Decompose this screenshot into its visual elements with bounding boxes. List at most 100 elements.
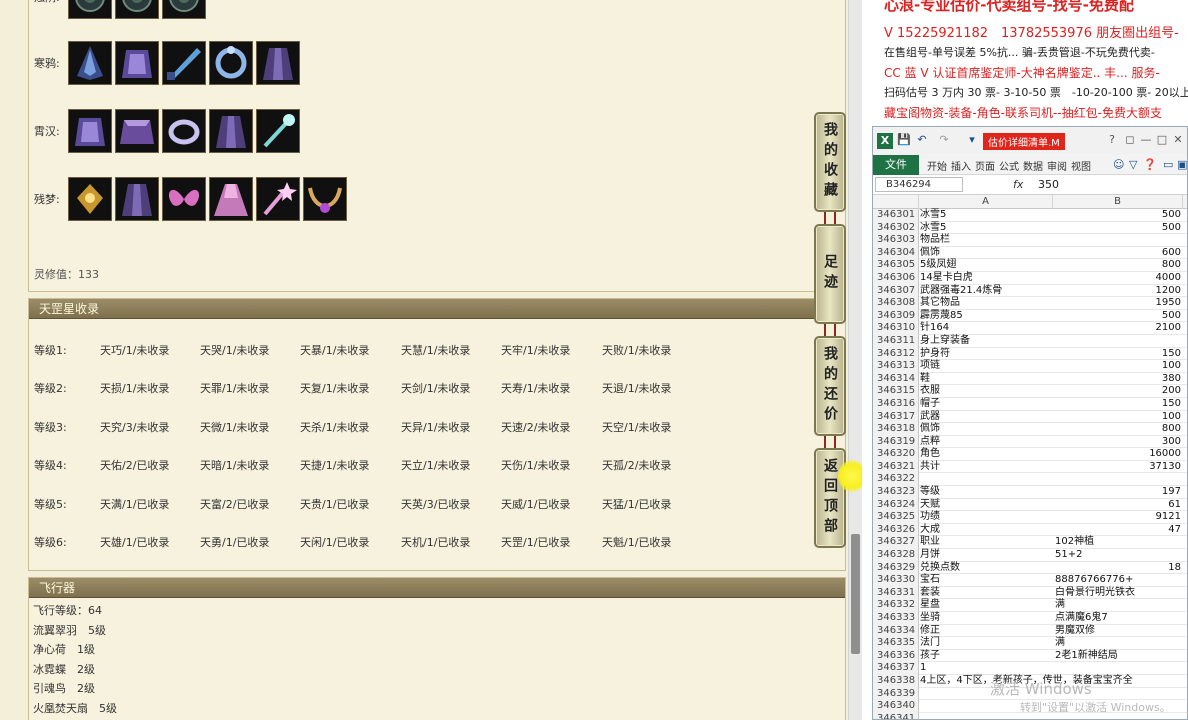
sheet-row[interactable]: 346324 天赋 61	[873, 498, 1187, 512]
sheet-row[interactable]: 346328 月饼 51+2	[873, 549, 1187, 562]
sheet-row[interactable]: 346337 1	[873, 662, 1187, 675]
wand-icon[interactable]	[256, 177, 300, 221]
row-number[interactable]: 346333	[873, 612, 919, 625]
collapse-icon[interactable]: ▽	[1129, 158, 1137, 171]
row-number[interactable]: 346324	[873, 498, 919, 512]
cell-a[interactable]: 冰雪5	[919, 222, 1053, 235]
row-number[interactable]: 346313	[873, 360, 919, 373]
maximize-icon[interactable]: □	[1155, 133, 1169, 146]
sheet-row[interactable]: 346305 5级凤翅 800	[873, 259, 1187, 272]
cell-b[interactable]: 白骨景行明光铁衣	[1053, 587, 1183, 600]
sheet-row[interactable]: 346307 武器强毒21.4炼骨 1200	[873, 284, 1187, 298]
favorites-button[interactable]: 我的收藏	[814, 112, 846, 212]
cell-a[interactable]: 1	[919, 662, 1053, 675]
cell-b[interactable]: 男魔双修	[1053, 625, 1183, 638]
corner-cell[interactable]	[873, 195, 919, 209]
row-number[interactable]: 346312	[873, 347, 919, 361]
sheet-row[interactable]: 346313 项链 100	[873, 360, 1187, 373]
name-box[interactable]: B346294	[875, 177, 963, 192]
row-number[interactable]: 346322	[873, 473, 919, 487]
blade-icon[interactable]	[162, 41, 206, 85]
ribbon-tab[interactable]: 公式	[999, 158, 1019, 173]
cell-b[interactable]: 800	[1053, 423, 1183, 436]
sheet-row[interactable]: 346325 功绩 9121	[873, 511, 1187, 524]
row-number[interactable]: 346341	[873, 712, 919, 719]
row-number[interactable]: 346315	[873, 385, 919, 398]
row-number[interactable]: 346329	[873, 561, 919, 575]
sheet-row[interactable]: 346334 修正 男魔双修	[873, 624, 1187, 638]
cell-a[interactable]: 角色	[919, 448, 1053, 461]
sheet-row[interactable]: 346323 等级 197	[873, 486, 1187, 499]
cell-b[interactable]: 500	[1053, 209, 1183, 222]
cell-a[interactable]: 针164	[919, 322, 1053, 335]
ribbon-tab[interactable]: 开始	[927, 158, 947, 173]
cell-a[interactable]: 点粹	[919, 436, 1053, 449]
cell-b[interactable]: 500	[1053, 310, 1183, 323]
sheet-row[interactable]: 346317 武器 100	[873, 410, 1187, 424]
row-number[interactable]: 346323	[873, 486, 919, 499]
sheet-row[interactable]: 346329 兑换点数 18	[873, 561, 1187, 575]
row-number[interactable]: 346307	[873, 284, 919, 298]
cell-b[interactable]: 16000	[1053, 448, 1183, 461]
scrollbar-thumb[interactable]	[851, 534, 860, 654]
save-icon[interactable]: 💾	[897, 133, 911, 147]
customize-icon[interactable]: ▾	[965, 133, 979, 147]
sheet-row[interactable]: 346332 星盘满	[873, 599, 1187, 612]
ring-icon[interactable]	[209, 41, 253, 85]
cell-a[interactable]: 霹雳蔑85	[919, 310, 1053, 323]
close-icon[interactable]: ✕	[1171, 133, 1185, 146]
sheet-row[interactable]: 346333 坐骑 点满魔6鬼7	[873, 612, 1187, 625]
row-number[interactable]: 346320	[873, 448, 919, 461]
cell-b[interactable]: 1200	[1053, 285, 1183, 298]
cell-b[interactable]: 197	[1053, 486, 1183, 499]
cell-b[interactable]: 51+2	[1053, 549, 1183, 562]
sheet-row[interactable]: 346309 霹雳蔑85 500	[873, 309, 1187, 323]
cell-b[interactable]: 18	[1053, 562, 1183, 575]
cell-b[interactable]: 800	[1053, 259, 1183, 272]
row-number[interactable]: 346301	[873, 209, 919, 222]
cell-a[interactable]: 套装	[919, 587, 1053, 600]
sheet-row[interactable]: 346327 职业 102神植	[873, 536, 1187, 550]
sheet-row[interactable]: 346321 共计 37130	[873, 460, 1187, 474]
necklace-icon[interactable]	[303, 177, 347, 221]
cell-b[interactable]: 1950	[1053, 297, 1183, 310]
row-number[interactable]: 346325	[873, 511, 919, 524]
help-icon[interactable]: ?	[1105, 133, 1119, 146]
cell-a[interactable]: 帽子	[919, 398, 1053, 411]
cell-a[interactable]: 职业	[919, 536, 1053, 549]
settings-icon[interactable]: ▣	[1177, 158, 1187, 171]
row-number[interactable]: 346314	[873, 372, 919, 386]
charm-icon[interactable]	[68, 177, 112, 221]
dark-gem-icon[interactable]	[115, 0, 159, 19]
cell-b[interactable]: 150	[1053, 348, 1183, 361]
cell-a[interactable]: 14星卡白虎	[919, 272, 1053, 285]
cell-b[interactable]: 9121	[1053, 511, 1183, 524]
cell-a[interactable]: 坐骑	[919, 612, 1053, 625]
row-number[interactable]: 346327	[873, 536, 919, 550]
ribbon-tab[interactable]: 数据	[1023, 158, 1043, 173]
cell-a[interactable]: 其它物品	[919, 297, 1053, 310]
row-number[interactable]: 346316	[873, 397, 919, 411]
ribbon-tab[interactable]: 视图	[1071, 158, 1091, 173]
row-number[interactable]: 346305	[873, 259, 919, 272]
cell-a[interactable]: 5级凤翅	[919, 259, 1053, 272]
cell-a[interactable]: 物品栏	[919, 234, 1053, 247]
sheet-row[interactable]: 346330 宝石 88876766776+	[873, 574, 1187, 587]
row-number[interactable]: 346335	[873, 637, 919, 650]
cell-b[interactable]: 380	[1053, 373, 1183, 386]
sheet-row[interactable]: 346316 帽子 150	[873, 397, 1187, 411]
formula-input[interactable]: 350	[1038, 178, 1059, 191]
row-number[interactable]: 346337	[873, 662, 919, 675]
cell-a[interactable]: 大成	[919, 524, 1053, 537]
cell-a[interactable]: 宝石	[919, 574, 1053, 587]
cell-b[interactable]: 2100	[1053, 322, 1183, 335]
cell-a[interactable]: 天赋	[919, 499, 1053, 512]
row-number[interactable]: 346311	[873, 334, 919, 348]
cell-a[interactable]: 共计	[919, 461, 1053, 474]
row-number[interactable]: 346332	[873, 599, 919, 612]
sheet-row[interactable]: 346318 佩饰 800	[873, 423, 1187, 436]
row-number[interactable]: 346309	[873, 309, 919, 323]
history-button[interactable]: 足迹	[814, 224, 846, 324]
minimize-icon[interactable]: —	[1139, 133, 1153, 146]
butterfly-icon[interactable]	[162, 177, 206, 221]
